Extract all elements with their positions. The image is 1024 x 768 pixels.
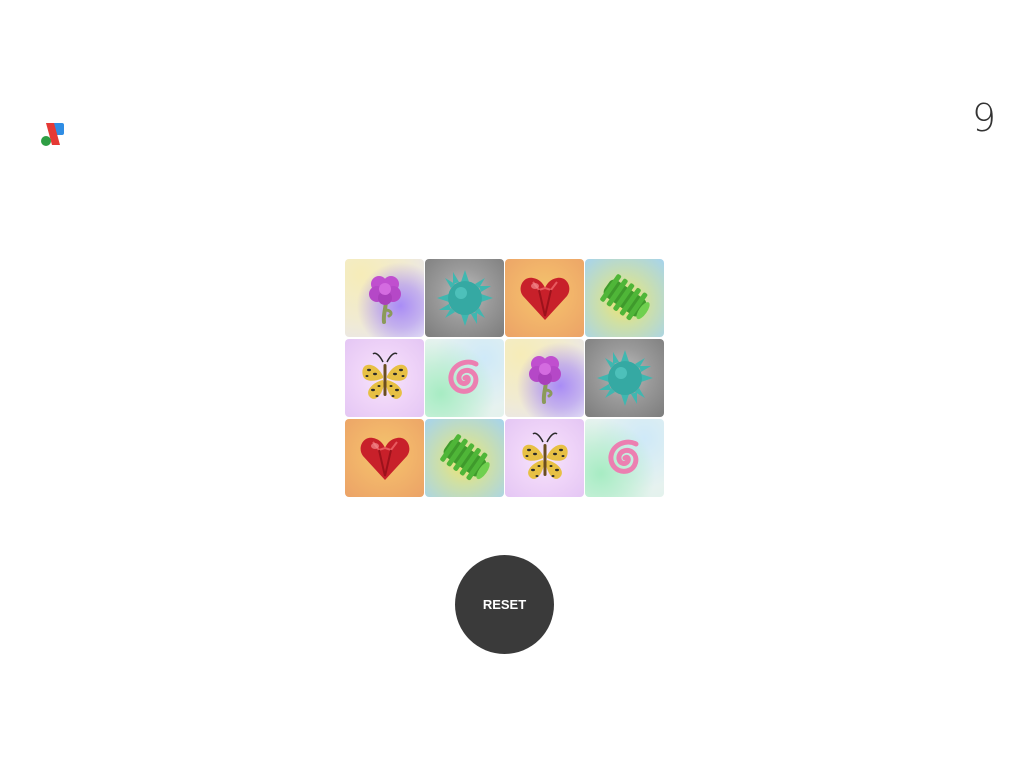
green-ridged-cylinder-icon [599,274,650,321]
tile-butterfly[interactable] [345,339,424,417]
red-heart-gem-icon [520,277,569,320]
purple-flower-icon [368,276,401,324]
leopard-butterfly-icon [521,432,568,479]
tile-cylinder[interactable] [585,259,664,337]
tile-spiky[interactable] [425,259,504,337]
tile-cylinder[interactable] [425,419,504,497]
tile-heart[interactable] [345,419,424,497]
pink-spiral-icon [447,359,478,394]
purple-flower-icon [528,356,561,404]
tile-flower[interactable] [505,339,584,417]
teal-spiky-ball-icon [596,350,653,406]
abstract-shapes-logo-icon [41,123,64,146]
memory-board [345,259,665,499]
tile-heart[interactable] [505,259,584,337]
tile-butterfly[interactable] [505,419,584,497]
leopard-butterfly-icon [361,352,408,399]
tile-spiral[interactable] [585,419,664,497]
tile-spiky[interactable] [585,339,664,417]
game-stage: 9 RESET [0,0,1024,768]
tile-spiral[interactable] [425,339,504,417]
moves-counter: 9 [971,96,996,140]
tile-flower[interactable] [345,259,424,337]
reset-button[interactable]: RESET [455,555,554,654]
red-heart-gem-icon [360,437,409,480]
teal-spiky-ball-icon [436,270,493,326]
green-ridged-cylinder-icon [439,434,490,481]
pink-spiral-icon [607,439,638,474]
